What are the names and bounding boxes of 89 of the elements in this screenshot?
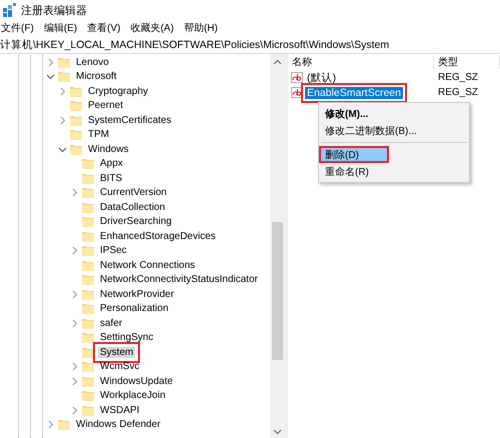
tree-item[interactable]: Microsoft <box>74 71 119 82</box>
folder-icon <box>70 86 82 97</box>
scroll-thumb[interactable] <box>272 222 283 360</box>
tree-item[interactable]: Appx <box>98 158 125 170</box>
tree-item[interactable]: NetworkConnectivityStatusIndicator <box>98 274 260 286</box>
string-value-icon <box>291 87 303 98</box>
value-type: REG_SZ <box>437 87 480 98</box>
value-type: REG_SZ <box>437 72 480 83</box>
tree-item[interactable]: EnhancedStorageDevices <box>98 230 218 242</box>
tree-item[interactable]: Peernet <box>86 100 126 112</box>
menu-item[interactable]: 编辑(E) <box>44 21 78 35</box>
tree-item[interactable]: WindowsUpdate <box>98 376 175 387</box>
folder-icon <box>82 346 94 358</box>
expand-caret-icon[interactable] <box>46 58 55 67</box>
folder-icon <box>82 245 94 256</box>
context-menu-item[interactable]: 修改二进制数据(B)... <box>319 122 469 139</box>
value-name[interactable]: EnableSmartScreen <box>305 86 403 98</box>
context-menu-item[interactable]: 重命名(R) <box>319 163 469 180</box>
address-field[interactable]: 计算机\HKEY_LOCAL_MACHINE\SOFTWARE\Policies\Microsoft\Windows\System <box>0 36 500 54</box>
tree-item[interactable]: SystemCertificates <box>86 114 174 126</box>
registry-editor-icon <box>3 3 17 17</box>
folder-icon <box>82 172 94 184</box>
tree-item[interactable]: WSDAPI <box>98 404 142 416</box>
folder-icon <box>82 390 94 402</box>
folder-icon <box>70 144 82 155</box>
expand-caret-icon[interactable] <box>46 420 55 430</box>
tree-item[interactable]: BITS <box>98 172 124 184</box>
folder-icon <box>70 100 82 112</box>
collapse-caret-icon[interactable] <box>46 72 55 82</box>
folder-icon <box>82 332 94 344</box>
folder-icon <box>82 230 94 242</box>
context-menu-item[interactable]: 删除(D) <box>319 146 389 163</box>
folder-icon <box>82 404 94 416</box>
folder-icon <box>70 114 82 126</box>
collapse-caret-icon[interactable] <box>58 144 67 154</box>
folder-icon <box>82 202 94 213</box>
expand-caret-icon[interactable] <box>70 376 79 386</box>
tree-item[interactable]: System <box>98 346 136 358</box>
folder-icon <box>58 71 70 82</box>
expand-caret-icon[interactable] <box>70 318 79 328</box>
folder-icon <box>82 288 94 300</box>
menu-item[interactable]: 查看(V) <box>87 21 120 35</box>
tree-item[interactable]: NetworkProvider <box>98 288 176 300</box>
scroll-down-icon[interactable] <box>273 427 282 436</box>
tree-item[interactable]: Windows <box>86 144 131 155</box>
menu-item[interactable]: 文件(F) <box>1 21 34 35</box>
column-header[interactable]: 名称 <box>288 55 434 69</box>
folder-icon <box>82 361 94 372</box>
expand-caret-icon[interactable] <box>70 406 79 415</box>
tree-item[interactable]: DataCollection <box>98 202 168 213</box>
expand-caret-icon[interactable] <box>58 116 67 125</box>
tree-item[interactable]: Cryptography <box>86 86 150 97</box>
tree-item[interactable]: safer <box>98 318 124 329</box>
column-header[interactable]: 类型 <box>434 55 500 69</box>
tree-item[interactable]: DriverSearching <box>98 216 174 228</box>
tree-item[interactable]: Lenovo <box>74 56 111 68</box>
string-value-icon <box>291 72 303 83</box>
folder-icon <box>82 187 94 198</box>
expand-caret-icon[interactable] <box>70 290 79 299</box>
expand-caret-icon[interactable] <box>70 362 79 372</box>
folder-icon <box>82 158 94 170</box>
tree-item[interactable]: SettingSync <box>98 332 156 344</box>
expand-caret-icon[interactable] <box>70 246 79 256</box>
tree-item[interactable]: IPSec <box>98 245 129 256</box>
tree-item[interactable]: TPM <box>86 129 112 140</box>
value-name[interactable]: (默认) <box>305 70 338 84</box>
menu-item[interactable]: 收藏夹(A) <box>130 21 174 35</box>
folder-icon <box>82 216 94 228</box>
scrollbar[interactable] <box>270 54 285 438</box>
scroll-up-icon[interactable] <box>273 58 282 67</box>
expand-caret-icon[interactable] <box>70 188 79 198</box>
tree-item[interactable]: WorkplaceJoin <box>98 390 168 402</box>
tree-item[interactable]: WcmSvc <box>98 361 142 372</box>
tree-item[interactable]: CurrentVersion <box>98 187 169 198</box>
tree-item[interactable]: Windows Defender <box>74 419 162 430</box>
folder-icon <box>82 274 94 286</box>
window-title: 注册表编辑器 <box>21 4 87 18</box>
context-menu-item[interactable]: 修改(M)... <box>319 105 469 122</box>
expand-caret-icon[interactable] <box>58 86 67 96</box>
folder-icon <box>82 376 94 387</box>
tree-item[interactable]: Personalization <box>98 303 170 314</box>
folder-icon <box>82 303 94 314</box>
folder-icon <box>58 419 70 430</box>
folder-icon <box>82 260 94 271</box>
folder-icon <box>58 56 70 68</box>
folder-icon <box>70 129 82 140</box>
tree-item[interactable]: Network Connections <box>98 260 198 271</box>
folder-icon <box>82 318 94 329</box>
menu-item[interactable]: 帮助(H) <box>184 21 218 35</box>
